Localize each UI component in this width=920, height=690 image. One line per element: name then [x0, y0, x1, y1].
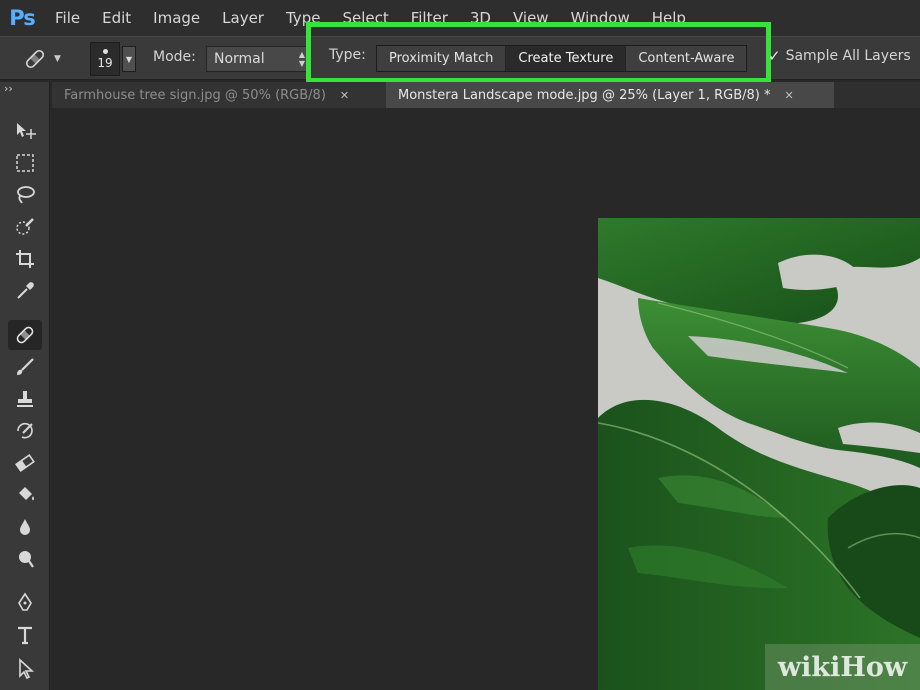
brush-dropdown-button[interactable]: ▼ — [122, 46, 136, 72]
dodge-tool-icon[interactable] — [8, 544, 42, 574]
eraser-tool-icon[interactable] — [8, 448, 42, 478]
menu-edit[interactable]: Edit — [91, 9, 142, 27]
wikihow-watermark: wikiHow — [765, 644, 920, 690]
blur-tool-icon[interactable] — [8, 512, 42, 542]
mode-value: Normal — [214, 51, 265, 67]
chevron-down-icon: ▼ — [54, 54, 61, 64]
tools-panel — [0, 82, 50, 690]
select-arrows-icon: ▲ ▼ — [298, 50, 305, 68]
paint-bucket-tool-icon[interactable] — [8, 480, 42, 510]
sample-all-layers-label: Sample All Layers — [785, 48, 911, 64]
bandage-icon — [25, 49, 45, 69]
brush-size-value: 19 — [97, 55, 113, 70]
move-tool-icon[interactable] — [8, 116, 42, 146]
photoshop-logo: Ps — [9, 6, 36, 30]
checkmark-icon: ✓ — [768, 47, 781, 65]
tab-monstera-landscape[interactable]: Monstera Landscape mode.jpg @ 25% (Layer… — [386, 82, 834, 108]
mode-label: Mode: — [153, 49, 196, 65]
clone-stamp-tool-icon[interactable] — [8, 384, 42, 414]
monstera-image — [598, 218, 920, 690]
mode-select[interactable]: Normal ▲ ▼ — [206, 46, 310, 72]
brush-tip-icon — [102, 48, 108, 54]
spot-healing-brush-tool-icon[interactable] — [8, 320, 42, 350]
marquee-tool-icon[interactable] — [8, 148, 42, 178]
eyedropper-tool-icon[interactable] — [8, 276, 42, 306]
brush-size-picker[interactable]: 19 — [90, 42, 120, 76]
pen-tool-icon[interactable] — [8, 588, 42, 618]
path-selection-tool-icon[interactable] — [8, 654, 42, 684]
menu-image[interactable]: Image — [142, 9, 211, 27]
brush-tool-icon[interactable] — [8, 352, 42, 382]
menu-file[interactable]: File — [44, 9, 91, 27]
close-icon[interactable]: ✕ — [340, 89, 349, 102]
quick-selection-tool-icon[interactable] — [8, 212, 42, 242]
document-canvas[interactable] — [51, 108, 920, 690]
sample-all-layers-checkbox[interactable]: ✓ Sample All Layers — [768, 47, 911, 65]
history-brush-tool-icon[interactable] — [8, 416, 42, 446]
crop-tool-icon[interactable] — [8, 244, 42, 274]
highlight-box — [306, 22, 771, 83]
tab-farmhouse-tree-sign[interactable]: Farmhouse tree sign.jpg @ 50% (RGB/8) ✕ — [52, 82, 386, 108]
menu-layer[interactable]: Layer — [211, 9, 275, 27]
close-icon[interactable]: ✕ — [784, 89, 793, 102]
tab-title: Monstera Landscape mode.jpg @ 25% (Layer… — [398, 87, 771, 103]
collapse-panel-icon[interactable]: ›› — [4, 82, 13, 95]
tab-title: Farmhouse tree sign.jpg @ 50% (RGB/8) — [64, 87, 326, 103]
monstera-leaves-image — [598, 218, 920, 690]
type-tool-icon[interactable] — [8, 620, 42, 650]
document-tab-bar: Farmhouse tree sign.jpg @ 50% (RGB/8) ✕ … — [52, 82, 920, 108]
lasso-tool-icon[interactable] — [8, 180, 42, 210]
tool-preset-picker[interactable]: ▼ — [22, 45, 70, 73]
